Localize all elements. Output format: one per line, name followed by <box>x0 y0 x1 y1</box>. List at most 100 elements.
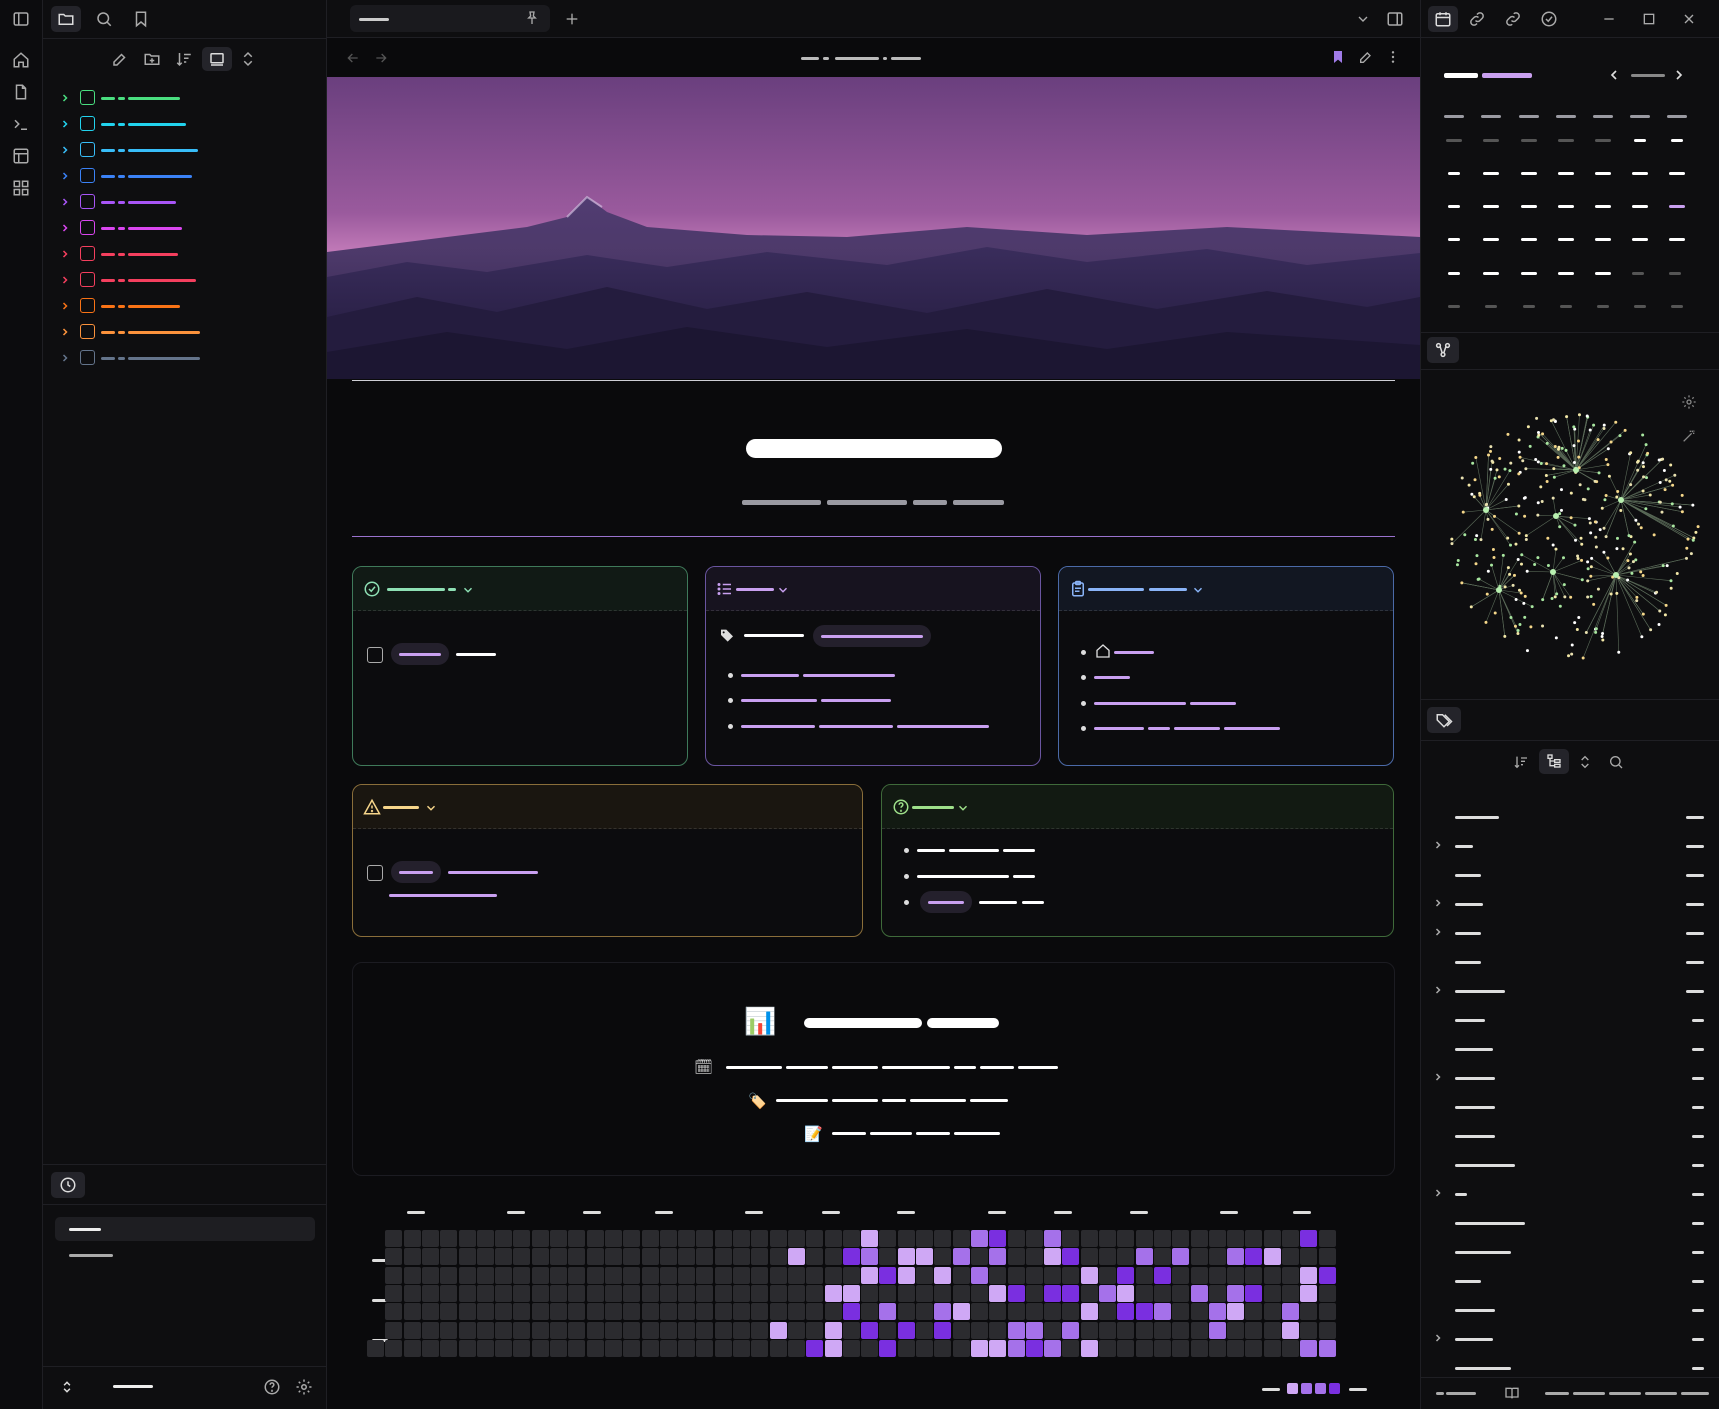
graph-node[interactable] <box>1661 564 1665 568</box>
heatmap-cell[interactable] <box>696 1321 714 1339</box>
calendar-day[interactable] <box>1632 205 1648 208</box>
graph-node[interactable] <box>1570 652 1574 656</box>
callout-header[interactable] <box>706 567 1040 611</box>
graph-node[interactable] <box>1471 461 1475 465</box>
graph-node[interactable] <box>1665 564 1669 568</box>
graph-node[interactable] <box>1503 634 1507 638</box>
graph-node[interactable] <box>1574 538 1578 542</box>
heatmap-cell[interactable] <box>824 1339 842 1357</box>
heatmap-cell[interactable] <box>733 1266 750 1284</box>
graph-node[interactable] <box>1525 649 1529 653</box>
heatmap-cell[interactable] <box>842 1321 860 1339</box>
heatmap-cell[interactable] <box>751 1266 769 1284</box>
graph-node[interactable] <box>1602 426 1606 430</box>
heatmap-cell[interactable] <box>1099 1339 1116 1357</box>
heatmap-cell[interactable] <box>1263 1248 1281 1266</box>
help-icon[interactable] <box>263 1378 281 1396</box>
calendar-day[interactable] <box>1632 238 1648 241</box>
heatmap-cell[interactable] <box>952 1230 970 1247</box>
calendar-day[interactable] <box>1523 305 1535 308</box>
heatmap-cell[interactable] <box>604 1321 622 1339</box>
heatmap-cell[interactable] <box>1227 1266 1245 1284</box>
graph-node[interactable] <box>1511 583 1515 587</box>
tag-item[interactable] <box>1429 1009 1712 1031</box>
graph-node[interactable] <box>1517 531 1521 535</box>
tags-tab[interactable] <box>1427 707 1461 733</box>
graph-node[interactable] <box>1493 476 1497 480</box>
heatmap-cell[interactable] <box>403 1266 421 1284</box>
heatmap-cell[interactable] <box>550 1321 567 1339</box>
heatmap-cell[interactable] <box>879 1339 897 1357</box>
heatmap-cell[interactable] <box>476 1248 494 1266</box>
graph-node[interactable] <box>1569 516 1573 520</box>
heatmap-cell[interactable] <box>970 1266 988 1284</box>
tag-item[interactable] <box>1429 1357 1712 1379</box>
graph-node[interactable] <box>1485 502 1489 506</box>
callout-header[interactable] <box>882 785 1393 829</box>
heatmap-cell[interactable] <box>458 1284 476 1302</box>
graph-node[interactable] <box>1484 620 1488 624</box>
heatmap-cell[interactable] <box>1153 1266 1171 1284</box>
heatmap-cell[interactable] <box>751 1339 769 1357</box>
heatmap-cell[interactable] <box>989 1266 1007 1284</box>
calendar-day[interactable] <box>1669 205 1685 208</box>
heatmap-cell[interactable] <box>641 1284 659 1302</box>
heatmap-cell[interactable] <box>513 1284 531 1302</box>
heatmap-cell[interactable] <box>623 1248 641 1266</box>
tag-item[interactable] <box>1429 980 1712 1002</box>
tag-item[interactable] <box>1429 1212 1712 1234</box>
heatmap-cell[interactable] <box>1135 1230 1153 1247</box>
graph-node[interactable] <box>1673 473 1677 477</box>
heatmap-cell[interactable] <box>440 1248 458 1266</box>
folder-item[interactable] <box>53 348 317 370</box>
tag-item[interactable] <box>1429 1038 1712 1060</box>
tag-item[interactable] <box>1429 1183 1712 1205</box>
graph-node[interactable] <box>1657 458 1661 462</box>
heatmap-cell[interactable] <box>970 1248 988 1266</box>
heatmap-cell[interactable] <box>1318 1248 1336 1266</box>
calendar-day[interactable] <box>1595 272 1611 275</box>
graph-node[interactable] <box>1641 574 1645 578</box>
heatmap-cell[interactable] <box>641 1303 659 1321</box>
recent-item[interactable] <box>55 1243 315 1267</box>
heatmap-cell[interactable] <box>1172 1321 1190 1339</box>
graph-node[interactable] <box>1581 656 1585 660</box>
heatmap-cell[interactable] <box>678 1284 696 1302</box>
graph-node[interactable] <box>1597 471 1601 475</box>
heatmap-cell[interactable] <box>1117 1266 1135 1284</box>
heatmap-cell[interactable] <box>824 1230 842 1247</box>
heatmap-cell[interactable] <box>1245 1284 1263 1302</box>
heatmap-cell[interactable] <box>824 1321 842 1339</box>
heatmap-cell[interactable] <box>403 1248 421 1266</box>
layout-icon[interactable] <box>9 144 33 168</box>
graph-node[interactable] <box>1523 496 1527 500</box>
search-icon[interactable] <box>95 10 113 28</box>
search-icon[interactable] <box>1608 754 1624 770</box>
graph-node[interactable] <box>1497 475 1501 479</box>
heatmap-cell[interactable] <box>696 1303 714 1321</box>
graph-node[interactable] <box>1618 434 1622 438</box>
heatmap-cell[interactable] <box>586 1321 604 1339</box>
heatmap-cell[interactable] <box>897 1266 915 1284</box>
graph-node[interactable] <box>1663 613 1667 617</box>
heatmap-cell[interactable] <box>842 1230 860 1247</box>
tag-item[interactable] <box>1429 922 1712 944</box>
heatmap-cell[interactable] <box>1062 1248 1080 1266</box>
tag-pill[interactable] <box>391 861 441 883</box>
heatmap-cell[interactable] <box>1044 1266 1062 1284</box>
graph-node[interactable] <box>1556 455 1560 459</box>
graph-node[interactable] <box>1664 603 1668 607</box>
heatmap-cell[interactable] <box>476 1266 494 1284</box>
heatmap-cell[interactable] <box>1245 1266 1263 1284</box>
graph-node[interactable] <box>1559 488 1563 492</box>
graph-node[interactable] <box>1609 440 1613 444</box>
heatmap-cell[interactable] <box>421 1284 439 1302</box>
heatmap-cell[interactable] <box>604 1284 622 1302</box>
heatmap-cell[interactable] <box>1153 1339 1171 1357</box>
heatmap-cell[interactable] <box>952 1321 970 1339</box>
heatmap-cell[interactable] <box>385 1230 403 1247</box>
graph-node[interactable] <box>1594 535 1598 539</box>
tag-item[interactable] <box>1429 1096 1712 1118</box>
tag-item[interactable] <box>1429 1328 1712 1350</box>
pin-icon[interactable] <box>524 10 540 26</box>
